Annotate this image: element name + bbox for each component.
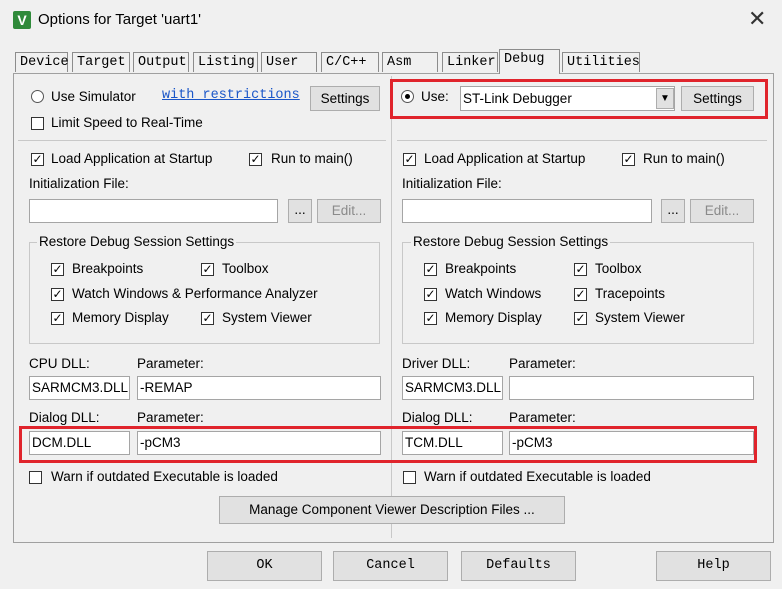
tab-debug[interactable]: Debug <box>499 49 560 74</box>
cancel-button[interactable]: Cancel <box>333 551 448 581</box>
use-simulator-label: Use Simulator <box>51 89 136 104</box>
restore-group-title-right: Restore Debug Session Settings <box>411 234 611 249</box>
window-title: Options for Target 'uart1' <box>38 11 202 28</box>
warn-outdated-label: Warn if outdated Executable is loaded <box>51 469 278 484</box>
dialog-dll-highlight-box <box>19 426 757 463</box>
warn-outdated-checkbox-right[interactable] <box>403 471 416 484</box>
memory-display-checkbox-right[interactable]: ✓ <box>424 312 437 325</box>
breakpoints-label-right: Breakpoints <box>445 261 517 276</box>
system-viewer-checkbox-right[interactable]: ✓ <box>574 312 587 325</box>
load-app-checkbox-right[interactable]: ✓ <box>403 153 416 166</box>
tab-user[interactable]: User <box>261 52 317 72</box>
tab-device[interactable]: Device <box>15 52 69 72</box>
tab-linker[interactable]: Linker <box>442 52 498 72</box>
watch-windows-checkbox[interactable]: ✓ <box>51 288 64 301</box>
load-app-label-right: Load Application at Startup <box>424 151 586 166</box>
limit-speed-checkbox[interactable] <box>31 117 44 130</box>
limit-speed-label: Limit Speed to Real-Time <box>51 115 203 130</box>
close-icon[interactable]: ✕ <box>748 8 766 30</box>
driver-dll-label: Driver DLL: <box>402 356 471 371</box>
tab-listing[interactable]: Listing <box>193 52 258 72</box>
tab-output[interactable]: Output <box>133 52 189 72</box>
restore-group-title: Restore Debug Session Settings <box>37 234 237 249</box>
tab-asm[interactable]: Asm <box>382 52 438 72</box>
app-icon: V <box>13 11 31 29</box>
right-separator <box>397 140 767 141</box>
dialog-dll-label: Dialog DLL: <box>29 410 100 425</box>
driver-param-input[interactable] <box>509 376 754 400</box>
tab-cc[interactable]: C/C++ <box>321 52 379 72</box>
dialog-param-label: Parameter: <box>137 410 204 425</box>
toolbox-checkbox[interactable]: ✓ <box>201 263 214 276</box>
watch-windows-label: Watch Windows & Performance Analyzer <box>72 286 318 301</box>
memory-display-label-right: Memory Display <box>445 310 542 325</box>
cpu-param-input[interactable]: -REMAP <box>137 376 381 400</box>
toolbox-checkbox-right[interactable]: ✓ <box>574 263 587 276</box>
with-restrictions-link[interactable]: with restrictions <box>162 88 300 103</box>
help-button[interactable]: Help <box>656 551 771 581</box>
debugger-highlight-box <box>390 79 768 119</box>
breakpoints-label: Breakpoints <box>72 261 144 276</box>
dialog-dll-label-right: Dialog DLL: <box>402 410 473 425</box>
use-simulator-radio[interactable] <box>31 90 44 103</box>
cpu-dll-input[interactable]: SARMCM3.DLL <box>29 376 130 400</box>
init-file-label-right: Initialization File: <box>402 176 502 191</box>
tab-target[interactable]: Target <box>72 52 130 72</box>
edit-button: Edit... <box>317 199 381 223</box>
warn-outdated-checkbox[interactable] <box>29 471 42 484</box>
init-file-input-right[interactable] <box>402 199 652 223</box>
column-divider <box>391 76 392 538</box>
run-to-main-checkbox-right[interactable]: ✓ <box>622 153 635 166</box>
left-separator <box>18 140 386 141</box>
simulator-settings-button[interactable]: Settings <box>310 86 380 111</box>
driver-dll-input[interactable]: SARMCM3.DLL <box>402 376 503 400</box>
init-file-label: Initialization File: <box>29 176 129 191</box>
watch-windows-checkbox-right[interactable]: ✓ <box>424 288 437 301</box>
browse-button[interactable]: ... <box>288 199 312 223</box>
driver-param-label: Parameter: <box>509 356 576 371</box>
tab-utilities[interactable]: Utilities <box>562 52 640 72</box>
manage-component-viewer-button[interactable]: Manage Component Viewer Description File… <box>219 496 565 524</box>
toolbox-label: Toolbox <box>222 261 269 276</box>
load-app-label: Load Application at Startup <box>51 151 213 166</box>
run-to-main-label: Run to main() <box>271 151 353 166</box>
memory-display-checkbox[interactable]: ✓ <box>51 312 64 325</box>
tracepoints-checkbox[interactable]: ✓ <box>574 288 587 301</box>
watch-windows-label-right: Watch Windows <box>445 286 542 301</box>
system-viewer-label: System Viewer <box>222 310 312 325</box>
cpu-param-label: Parameter: <box>137 356 204 371</box>
tracepoints-label: Tracepoints <box>595 286 666 301</box>
edit-button-right: Edit... <box>690 199 754 223</box>
system-viewer-checkbox[interactable]: ✓ <box>201 312 214 325</box>
toolbox-label-right: Toolbox <box>595 261 642 276</box>
defaults-button[interactable]: Defaults <box>461 551 576 581</box>
cpu-dll-label: CPU DLL: <box>29 356 90 371</box>
load-app-checkbox[interactable]: ✓ <box>31 153 44 166</box>
breakpoints-checkbox-right[interactable]: ✓ <box>424 263 437 276</box>
init-file-input[interactable] <box>29 199 278 223</box>
system-viewer-label-right: System Viewer <box>595 310 685 325</box>
warn-outdated-label-right: Warn if outdated Executable is loaded <box>424 469 651 484</box>
ok-button[interactable]: OK <box>207 551 322 581</box>
run-to-main-label-right: Run to main() <box>643 151 725 166</box>
dialog-param-label-right: Parameter: <box>509 410 576 425</box>
memory-display-label: Memory Display <box>72 310 169 325</box>
browse-button-right[interactable]: ... <box>661 199 685 223</box>
run-to-main-checkbox[interactable]: ✓ <box>249 153 262 166</box>
breakpoints-checkbox[interactable]: ✓ <box>51 263 64 276</box>
